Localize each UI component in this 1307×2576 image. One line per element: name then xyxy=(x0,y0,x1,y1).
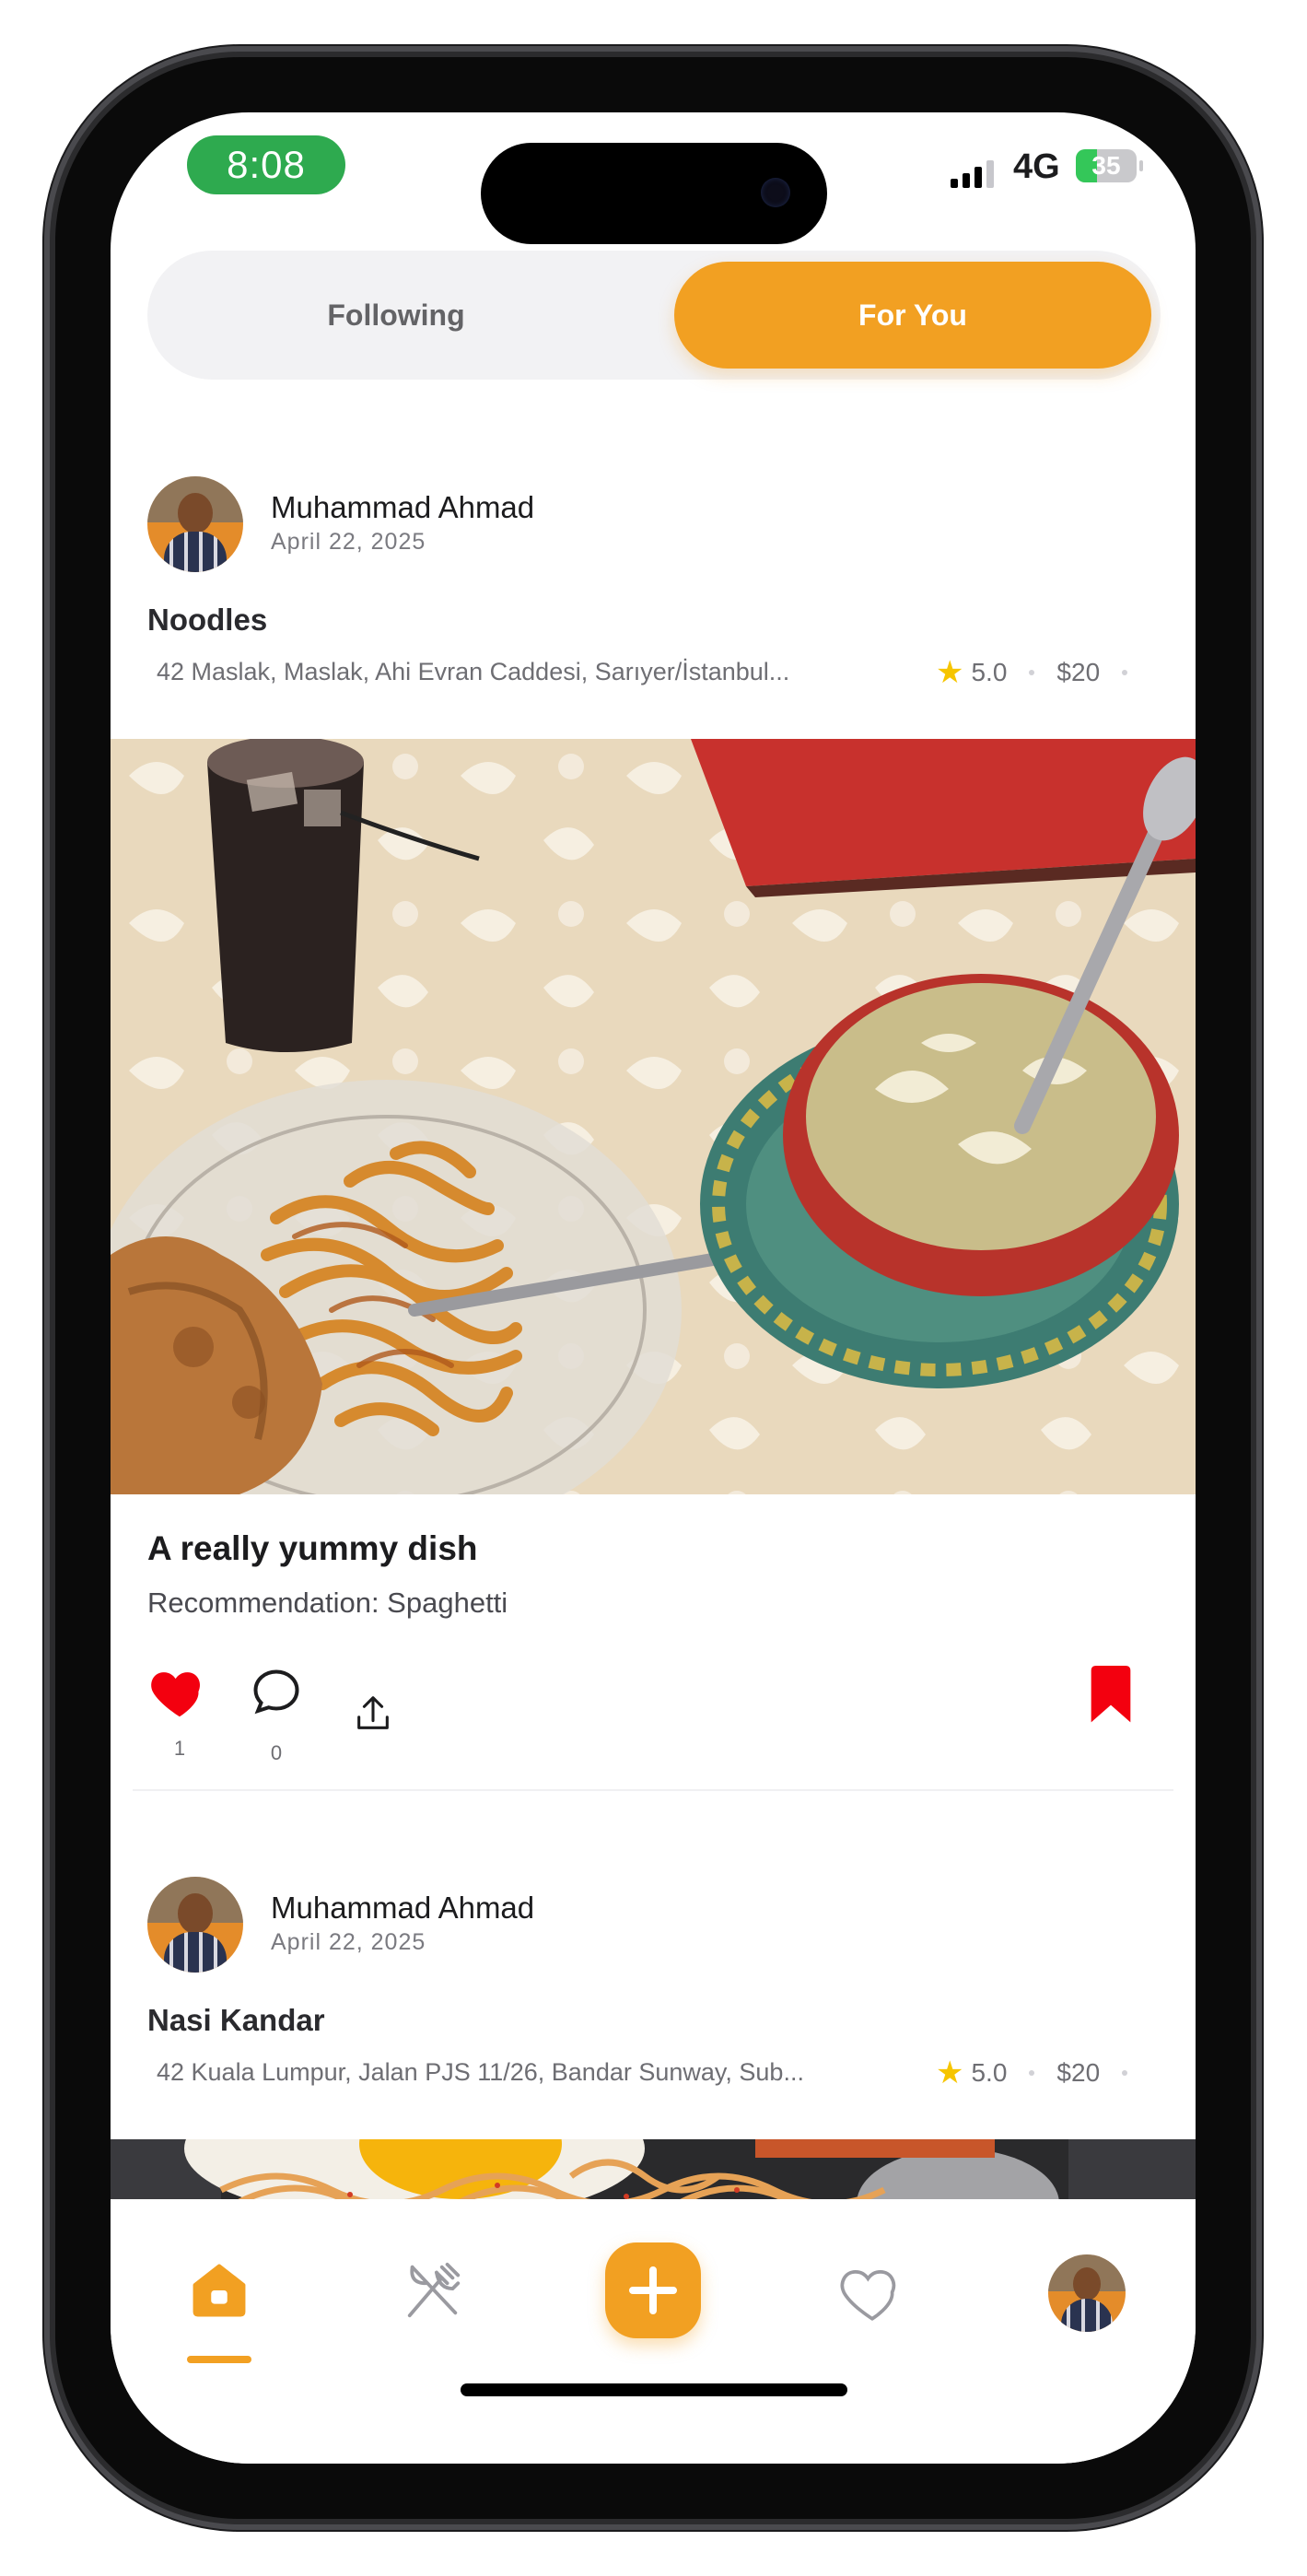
status-time: 8:08 xyxy=(187,135,345,194)
power-button xyxy=(1251,802,1260,1096)
separator-dot xyxy=(1029,2070,1035,2076)
bookmark-filled-icon xyxy=(1091,1666,1131,1723)
star-icon: ★ xyxy=(936,655,964,690)
price: $20 xyxy=(1056,2058,1101,2087)
bottom-nav xyxy=(111,2199,1196,2464)
volume-up-button xyxy=(46,737,55,921)
share-icon xyxy=(357,1696,389,1729)
price: $20 xyxy=(1056,658,1101,686)
action-button xyxy=(46,557,55,650)
post-photo[interactable] xyxy=(111,2139,1196,2204)
volume-down-button xyxy=(46,972,55,1156)
fork-knife-icon[interactable] xyxy=(402,2259,466,2324)
dynamic-island xyxy=(481,143,827,244)
post-photo[interactable] xyxy=(111,739,1196,1494)
avatar[interactable] xyxy=(147,1877,243,1973)
heart-icon[interactable] xyxy=(838,2262,906,2324)
avatar[interactable] xyxy=(147,476,243,572)
recommendation-text: Recommendation: Spaghetti xyxy=(147,1587,508,1619)
post-meta: ★ 5.0 $20 xyxy=(936,654,1149,691)
home-indicator xyxy=(461,2383,847,2396)
rating: 5.0 xyxy=(971,658,1008,686)
phone-frame: 8:08 4G 35 Following For You Muhammad Ah… xyxy=(55,57,1251,2519)
add-post-button[interactable] xyxy=(605,2242,701,2338)
post-author[interactable]: Muhammad Ahmad xyxy=(271,1891,534,1926)
post-meta: ★ 5.0 $20 xyxy=(936,2055,1149,2091)
rating: 5.0 xyxy=(971,2058,1008,2087)
comment-count: 0 xyxy=(270,1741,283,1764)
post-author[interactable]: Muhammad Ahmad xyxy=(271,490,534,525)
dish-name: Noodles xyxy=(147,603,268,637)
profile-avatar[interactable] xyxy=(1048,2254,1126,2332)
battery-nub xyxy=(1139,160,1143,171)
comment-button[interactable] xyxy=(249,1665,304,1720)
post-divider xyxy=(133,1789,1173,1791)
separator-dot xyxy=(1029,670,1035,675)
separator-dot xyxy=(1122,670,1128,675)
home-icon[interactable] xyxy=(187,2258,251,2323)
post-title: A really yummy dish xyxy=(147,1529,478,1567)
heart-filled-icon xyxy=(151,1672,201,1717)
app-screen: 8:08 4G 35 Following For You Muhammad Ah… xyxy=(111,112,1196,2464)
restaurant-address[interactable]: 42 Kuala Lumpur, Jalan PJS 11/26, Bandar… xyxy=(157,2058,804,2087)
post-date: April 22, 2025 xyxy=(271,529,426,555)
add-icon xyxy=(629,2266,677,2314)
feed-tabs: Following For You xyxy=(147,251,1161,380)
tab-following[interactable]: Following xyxy=(147,262,645,369)
bookmark-button[interactable] xyxy=(1081,1663,1140,1727)
battery-percent: 35 xyxy=(1091,151,1121,180)
network-type: 4G xyxy=(1013,147,1060,186)
comment-icon xyxy=(253,1669,299,1715)
share-button[interactable] xyxy=(352,1692,394,1735)
signal-icon xyxy=(951,158,994,188)
star-icon: ★ xyxy=(936,2055,964,2090)
camera-lens xyxy=(761,178,790,207)
separator-dot xyxy=(1122,2070,1128,2076)
post-date: April 22, 2025 xyxy=(271,1929,426,1955)
restaurant-address[interactable]: 42 Maslak, Maslak, Ahi Evran Caddesi, Sa… xyxy=(157,658,789,686)
active-tab-indicator xyxy=(187,2356,251,2363)
tab-for-you[interactable]: For You xyxy=(674,262,1151,369)
battery-icon: 35 xyxy=(1076,149,1137,182)
like-count: 1 xyxy=(173,1737,186,1760)
dish-name: Nasi Kandar xyxy=(147,2003,325,2037)
like-button[interactable] xyxy=(147,1660,212,1725)
